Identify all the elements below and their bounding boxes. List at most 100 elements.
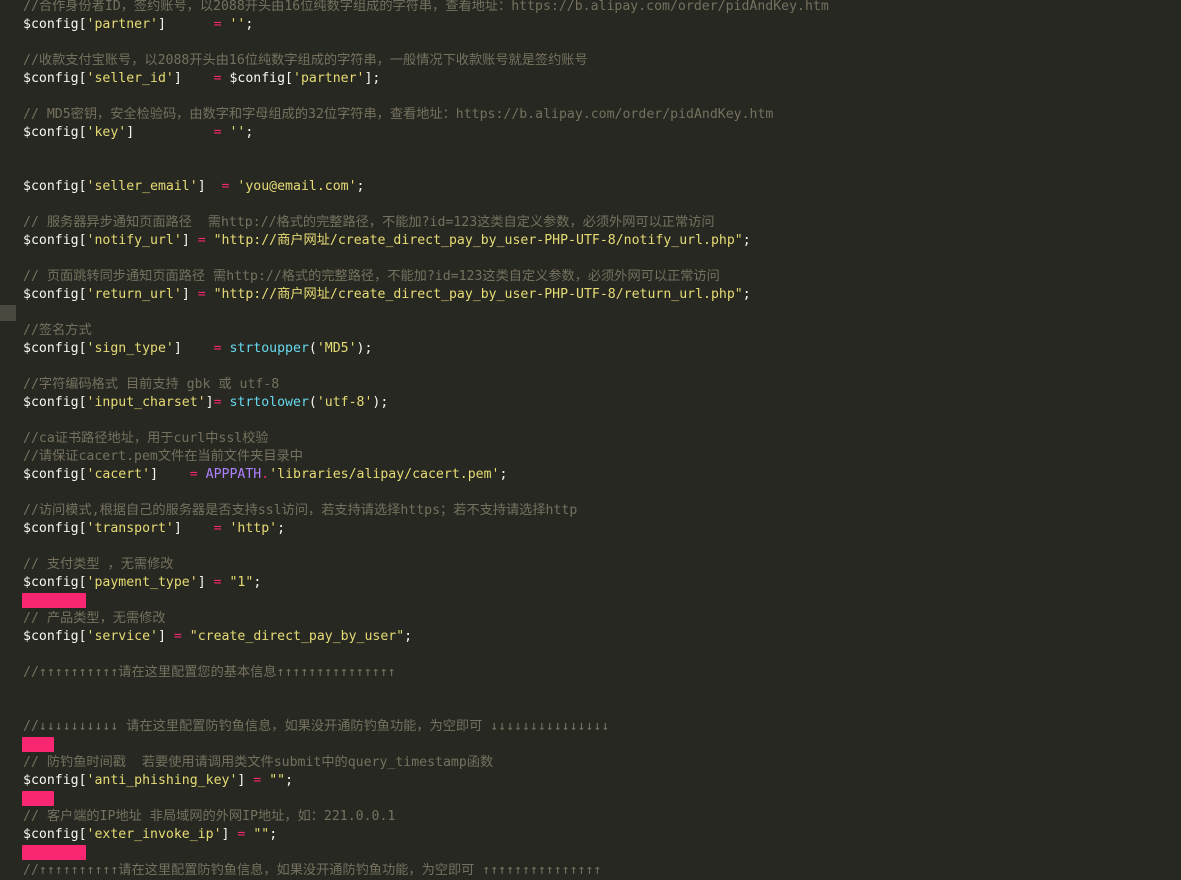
code-variable: $config[ bbox=[23, 467, 87, 482]
code-comment: //字符编码格式 目前支持 gbk 或 utf-8 bbox=[23, 377, 280, 392]
code-line[interactable]: $config['anti_phishing_key'] = ""; bbox=[23, 772, 293, 790]
code-string: "" bbox=[269, 773, 286, 788]
code-line[interactable]: // 防钓鱼时间戳 若要使用请调用类文件submit中的query_timest… bbox=[23, 754, 493, 772]
code-line[interactable]: //请保证cacert.pem文件在当前文件夹目录中 bbox=[23, 448, 303, 466]
code-comment: // 页面跳转同步通知页面路径 需http://格式的完整路径，不能加?id=1… bbox=[23, 269, 720, 284]
code-line[interactable]: //ca证书路径地址，用于curl中ssl校验 bbox=[23, 430, 269, 448]
code-line[interactable]: //字符编码格式 目前支持 gbk 或 utf-8 bbox=[23, 376, 279, 394]
code-operator: = bbox=[213, 341, 222, 356]
code-string: 'key' bbox=[86, 125, 127, 140]
code-line[interactable]: // MD5密钥，安全检验码，由数字和字母组成的32位字符串，查看地址：http… bbox=[23, 106, 773, 124]
code-text: ] bbox=[150, 467, 190, 482]
code-line[interactable]: // 页面跳转同步通知页面路径 需http://格式的完整路径，不能加?id=1… bbox=[23, 268, 720, 286]
code-operator: = bbox=[189, 467, 198, 482]
code-line[interactable]: $config['payment_type'] = "1"; bbox=[23, 574, 261, 592]
code-line[interactable]: // 客户端的IP地址 非局域网的外网IP地址，如：221.0.0.1 bbox=[23, 808, 395, 826]
error-underline-marker bbox=[22, 737, 54, 752]
code-comment: //请保证cacert.pem文件在当前文件夹目录中 bbox=[23, 449, 303, 464]
code-variable: $config[ bbox=[23, 71, 87, 86]
code-text: ; bbox=[269, 827, 278, 842]
code-line[interactable]: $config['sign_type'] = strtoupper('MD5')… bbox=[23, 340, 372, 358]
code-line[interactable]: $config['key'] = ''; bbox=[23, 124, 253, 142]
code-line[interactable]: // 服务器异步通知页面路径 需http://格式的完整路径，不能加?id=12… bbox=[23, 214, 715, 232]
code-comment: //ca证书路径地址，用于curl中ssl校验 bbox=[23, 431, 269, 446]
code-text: ; bbox=[285, 773, 294, 788]
code-line[interactable]: //↑↑↑↑↑↑↑↑↑↑请在这里配置您的基本信息↑↑↑↑↑↑↑↑↑↑↑↑↑↑↑ bbox=[23, 664, 396, 682]
code-variable: $config[ bbox=[23, 125, 87, 140]
code-variable: $config[ bbox=[23, 233, 87, 248]
code-variable: $config[ bbox=[23, 575, 87, 590]
code-text: ); bbox=[356, 341, 373, 356]
code-line[interactable]: //收款支付宝账号，以2088开头由16位纯数字组成的字符串，一般情况下收款账号… bbox=[23, 52, 588, 70]
code-function: strtoupper bbox=[229, 341, 309, 356]
code-variable: $config[ bbox=[23, 773, 87, 788]
code-text: ] bbox=[237, 773, 254, 788]
code-line[interactable]: //签名方式 bbox=[23, 322, 92, 340]
code-string: "" bbox=[253, 827, 270, 842]
code-comment: //合作身份者ID，签约账号，以2088开头由16位纯数字组成的字符串，查看地址… bbox=[23, 0, 829, 14]
code-line[interactable]: //↑↑↑↑↑↑↑↑↑↑请在这里配置防钓鱼信息，如果没开通防钓鱼功能，为空即可 … bbox=[23, 862, 601, 880]
code-line[interactable]: // 支付类型 ，无需修改 bbox=[23, 556, 173, 574]
code-string: 'partner' bbox=[293, 71, 365, 86]
code-line[interactable]: $config['transport'] = 'http'; bbox=[23, 520, 285, 538]
code-line[interactable]: $config['seller_id'] = $config['partner'… bbox=[23, 70, 380, 88]
code-comment: //收款支付宝账号，以2088开头由16位纯数字组成的字符串，一般情况下收款账号… bbox=[23, 53, 588, 68]
code-string: 'partner' bbox=[86, 17, 158, 32]
code-string: 'you@email.com' bbox=[237, 179, 357, 194]
code-text: ); bbox=[372, 395, 389, 410]
code-string: "1" bbox=[229, 575, 254, 590]
code-operator: = bbox=[213, 575, 222, 590]
code-string: 'exter_invoke_ip' bbox=[86, 827, 222, 842]
code-operator: = bbox=[197, 233, 206, 248]
code-comment: //↑↑↑↑↑↑↑↑↑↑请在这里配置您的基本信息↑↑↑↑↑↑↑↑↑↑↑↑↑↑↑ bbox=[23, 665, 396, 680]
code-line[interactable]: //合作身份者ID，签约账号，以2088开头由16位纯数字组成的字符串，查看地址… bbox=[23, 0, 829, 16]
code-text: ; bbox=[245, 125, 254, 140]
code-line[interactable]: // 产品类型，无需修改 bbox=[23, 610, 166, 628]
error-underline-marker bbox=[22, 845, 86, 860]
code-string: '' bbox=[229, 17, 246, 32]
code-operator: = bbox=[213, 395, 222, 410]
code-variable: $config[ bbox=[23, 17, 87, 32]
code-comment: // 产品类型，无需修改 bbox=[23, 611, 166, 626]
code-text: ; bbox=[499, 467, 508, 482]
code-string: 'libraries/alipay/cacert.pem' bbox=[269, 467, 500, 482]
code-variable: $config[ bbox=[23, 287, 87, 302]
code-line[interactable]: $config['input_charset']= strtolower('ut… bbox=[23, 394, 388, 412]
code-text: $config[ bbox=[221, 71, 293, 86]
code-text: ] bbox=[173, 341, 214, 356]
code-editor[interactable]: //合作身份者ID，签约账号，以2088开头由16位纯数字组成的字符串，查看地址… bbox=[0, 0, 1181, 879]
code-text: ] bbox=[181, 287, 198, 302]
code-line[interactable]: $config['cacert'] = APPPATH.'libraries/a… bbox=[23, 466, 507, 484]
code-text: ] bbox=[221, 827, 238, 842]
code-text: ] bbox=[197, 179, 222, 194]
code-string: 'http' bbox=[229, 521, 278, 536]
code-line[interactable]: $config['return_url'] = "http://商户网址/cre… bbox=[23, 286, 751, 304]
code-text: ; bbox=[742, 233, 751, 248]
code-line[interactable]: $config['notify_url'] = "http://商户网址/cre… bbox=[23, 232, 751, 250]
code-line[interactable]: $config['partner'] = ''; bbox=[23, 16, 253, 34]
code-line[interactable]: //访问模式,根据自己的服务器是否支持ssl访问，若支持请选择https；若不支… bbox=[23, 502, 577, 520]
code-operator: = bbox=[213, 125, 222, 140]
code-string: "http://商户网址/create_direct_pay_by_user-P… bbox=[213, 287, 743, 302]
code-text: ] bbox=[197, 575, 214, 590]
code-text: ( bbox=[308, 395, 317, 410]
code-variable: $config[ bbox=[23, 827, 87, 842]
code-operator: = bbox=[213, 17, 222, 32]
code-text: ; bbox=[742, 287, 751, 302]
code-line[interactable]: $config['exter_invoke_ip'] = ""; bbox=[23, 826, 277, 844]
code-line[interactable]: $config['service'] = "create_direct_pay_… bbox=[23, 628, 412, 646]
code-line[interactable]: //↓↓↓↓↓↓↓↓↓↓ 请在这里配置防钓鱼信息，如果没开通防钓鱼功能，为空即可… bbox=[23, 718, 609, 736]
code-string: 'utf-8' bbox=[316, 395, 373, 410]
code-comment: //↓↓↓↓↓↓↓↓↓↓ 请在这里配置防钓鱼信息，如果没开通防钓鱼功能，为空即可… bbox=[23, 719, 610, 734]
code-string: 'transport' bbox=[86, 521, 174, 536]
code-string: "create_direct_pay_by_user" bbox=[189, 629, 405, 644]
code-comment: //↑↑↑↑↑↑↑↑↑↑请在这里配置防钓鱼信息，如果没开通防钓鱼功能，为空即可 … bbox=[23, 863, 602, 878]
code-string: 'MD5' bbox=[316, 341, 357, 356]
code-variable: $config[ bbox=[23, 629, 87, 644]
code-variable: $config[ bbox=[23, 341, 87, 356]
code-string: 'input_charset' bbox=[86, 395, 206, 410]
code-line[interactable]: $config['seller_email'] = 'you@email.com… bbox=[23, 178, 364, 196]
